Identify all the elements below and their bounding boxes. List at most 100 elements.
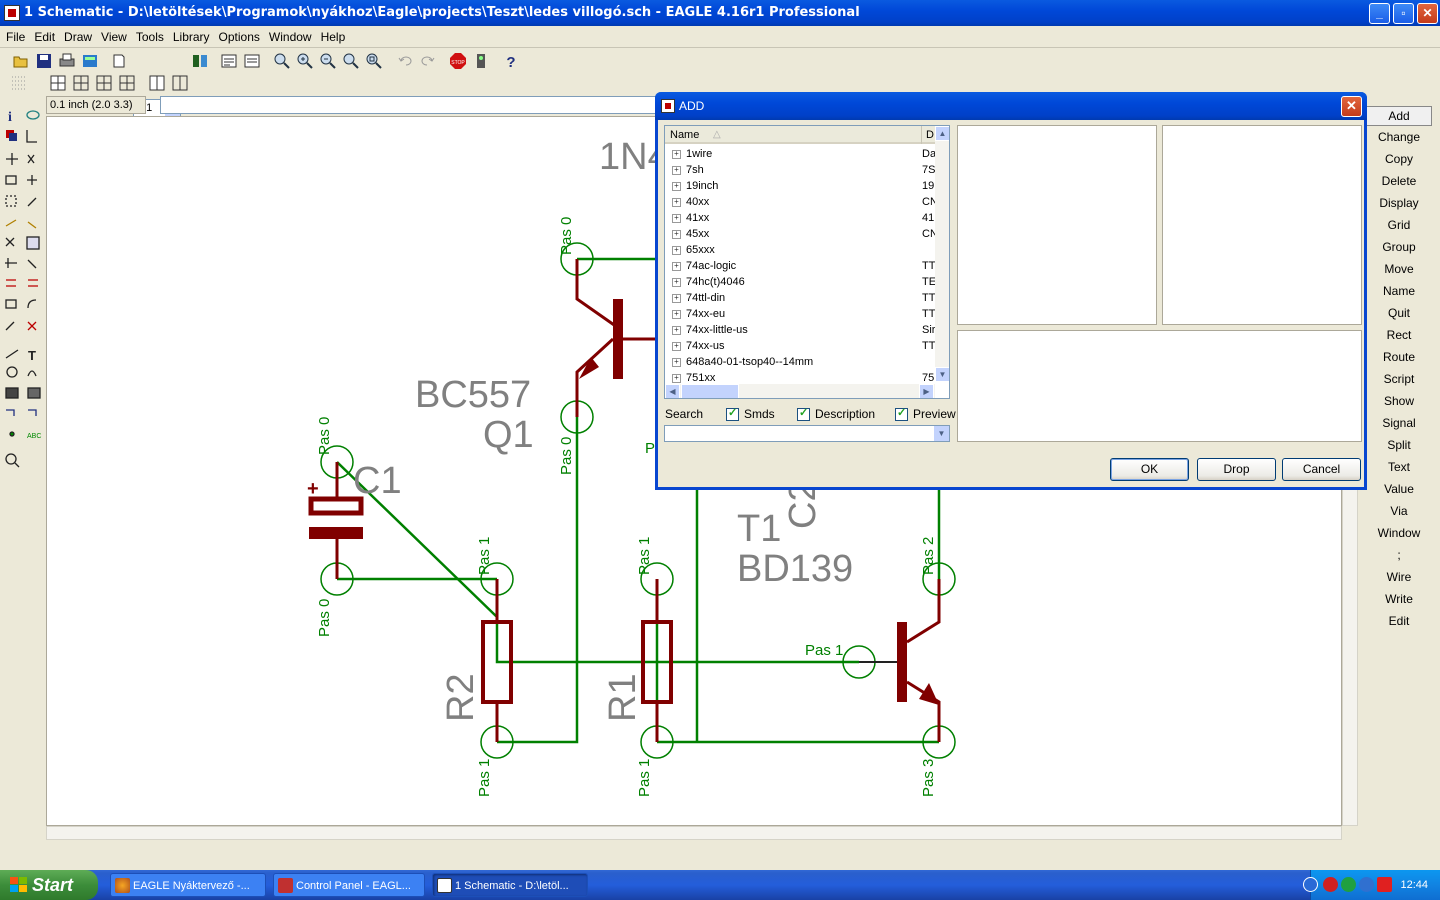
layout-2-icon[interactable] <box>72 74 90 92</box>
cmd-move[interactable]: Move <box>1366 258 1432 280</box>
preview-checkbox[interactable] <box>895 406 908 421</box>
cmd-script[interactable]: Script <box>1366 368 1432 390</box>
expand-icon[interactable]: + <box>672 262 681 271</box>
cmd-show[interactable]: Show <box>1366 390 1432 412</box>
cmd-copy[interactable]: Copy <box>1366 148 1432 170</box>
list-item[interactable]: +648a40-01-tsop40--14mm <box>665 354 935 370</box>
go-icon[interactable] <box>472 52 490 70</box>
minimize-button[interactable]: _ <box>1369 3 1390 24</box>
stop-icon[interactable]: STOP <box>449 52 467 70</box>
cmd-grid[interactable]: Grid <box>1366 214 1432 236</box>
cmd-delete[interactable]: Delete <box>1366 170 1432 192</box>
script-icon[interactable] <box>220 52 238 70</box>
cmd-signal[interactable]: Signal <box>1366 412 1432 434</box>
tray-expand-icon[interactable] <box>1303 877 1318 892</box>
search-input[interactable]: ▼ <box>664 425 950 442</box>
help-icon[interactable]: ? <box>502 52 520 71</box>
grid-dots-icon[interactable] <box>10 74 28 92</box>
list-item[interactable]: +74hc(t)4046 TE <box>665 274 936 290</box>
col-name-header[interactable]: Name <box>670 126 699 144</box>
open-icon[interactable] <box>12 52 30 70</box>
list-item[interactable]: +74ttl-din TT <box>665 290 935 306</box>
expand-icon[interactable]: + <box>672 342 681 351</box>
cmd-write[interactable]: Write <box>1366 588 1432 610</box>
zoom-fit-icon[interactable] <box>273 52 291 70</box>
list-item[interactable]: +7sh 7S <box>665 162 935 178</box>
menu-draw[interactable]: Draw <box>58 26 95 44</box>
start-button[interactable]: Start <box>0 870 98 900</box>
cmd-display[interactable]: Display <box>1366 192 1432 214</box>
zoom-area-icon[interactable] <box>365 52 383 70</box>
list-item[interactable]: +19inch 19 <box>665 178 935 194</box>
col-desc-header[interactable]: D <box>921 126 934 144</box>
use-icon[interactable] <box>191 52 209 70</box>
expand-icon[interactable]: + <box>672 246 681 255</box>
expand-icon[interactable]: + <box>672 230 681 239</box>
task-control-panel[interactable]: Control Panel - EAGL... <box>273 873 425 897</box>
expand-icon[interactable]: + <box>672 150 681 159</box>
command-line-input[interactable] <box>160 96 660 114</box>
cam-icon[interactable] <box>81 52 99 70</box>
list-item[interactable]: +45xx CN <box>665 226 936 242</box>
ulp-icon[interactable] <box>243 52 261 70</box>
list-item[interactable]: +1wire Da <box>665 146 936 162</box>
scroll-right-icon[interactable]: ▶ <box>919 384 934 398</box>
list-item[interactable]: +74xx-little-us Sir <box>665 322 935 338</box>
menu-help[interactable]: Help <box>315 26 349 44</box>
expand-icon[interactable]: + <box>672 310 681 319</box>
add-dialog-titlebar[interactable]: ADD ✕ <box>655 92 1367 120</box>
cmd-route[interactable]: Route <box>1366 346 1432 368</box>
menu-tools[interactable]: Tools <box>130 26 167 44</box>
menu-edit[interactable]: Edit <box>28 26 58 44</box>
eagle-app-icon[interactable] <box>4 5 20 21</box>
cmd-text[interactable]: Text <box>1366 456 1432 478</box>
layout-5-icon[interactable] <box>148 74 166 92</box>
cmd-group[interactable]: Group <box>1366 236 1432 258</box>
save-icon[interactable] <box>35 52 53 70</box>
layout-3-icon[interactable] <box>95 74 113 92</box>
list-item[interactable]: +41xx 41 <box>665 210 935 226</box>
zoom-in-icon[interactable] <box>296 52 314 70</box>
scroll-up-icon[interactable]: ▲ <box>935 126 949 141</box>
expand-icon[interactable]: + <box>672 358 681 367</box>
undo-icon[interactable] <box>396 52 414 70</box>
cmd-name[interactable]: Name <box>1366 280 1432 302</box>
menu-file[interactable]: File <box>0 26 28 44</box>
menu-options[interactable]: Options <box>213 26 263 44</box>
expand-icon[interactable]: + <box>672 278 681 287</box>
cancel-button[interactable]: Cancel <box>1282 458 1361 481</box>
cmd-split[interactable]: Split <box>1366 434 1432 456</box>
menu-view[interactable]: View <box>95 26 130 44</box>
ok-button[interactable]: OK <box>1110 458 1189 481</box>
library-hscroll[interactable]: ◀ ▶ <box>665 384 935 398</box>
cmd-rect[interactable]: Rect <box>1366 324 1432 346</box>
scroll-thumb[interactable] <box>681 384 739 398</box>
zoom-out-icon[interactable] <box>319 52 337 70</box>
description-checkbox[interactable] <box>797 406 810 421</box>
library-tree[interactable]: Name △ D +1wire Da +7sh 7S +19inch 19 +40xx… <box>664 125 950 399</box>
tray-network-icon[interactable] <box>1341 877 1356 892</box>
menu-window[interactable]: Window <box>263 26 315 44</box>
layout-4-icon[interactable] <box>118 74 136 92</box>
expand-icon[interactable]: + <box>672 182 681 191</box>
tray-volume-icon[interactable] <box>1359 877 1374 892</box>
close-button[interactable]: ✕ <box>1417 3 1438 24</box>
redraw-icon[interactable] <box>342 52 360 70</box>
expand-icon[interactable]: + <box>672 214 681 223</box>
chevron-down-icon[interactable]: ▼ <box>934 426 949 441</box>
library-vscroll[interactable]: ▲ ▼ <box>935 126 949 382</box>
list-item[interactable]: +74ac-logic TT <box>665 258 935 274</box>
expand-icon[interactable]: + <box>672 294 681 303</box>
layout-1-icon[interactable] <box>49 74 67 92</box>
horizontal-scrollbar[interactable] <box>46 826 1342 840</box>
redo-icon[interactable] <box>419 52 437 70</box>
tray-k-icon[interactable] <box>1377 877 1392 892</box>
smds-checkbox[interactable] <box>726 406 739 421</box>
scroll-down-icon[interactable]: ▼ <box>935 367 949 382</box>
restore-button[interactable]: ▫ <box>1393 3 1414 24</box>
expand-icon[interactable]: + <box>672 326 681 335</box>
menu-library[interactable]: Library <box>167 26 213 44</box>
dialog-close-button[interactable]: ✕ <box>1341 96 1362 117</box>
cmd-semicolon[interactable]: ; <box>1366 544 1432 566</box>
expand-icon[interactable]: + <box>672 374 681 383</box>
